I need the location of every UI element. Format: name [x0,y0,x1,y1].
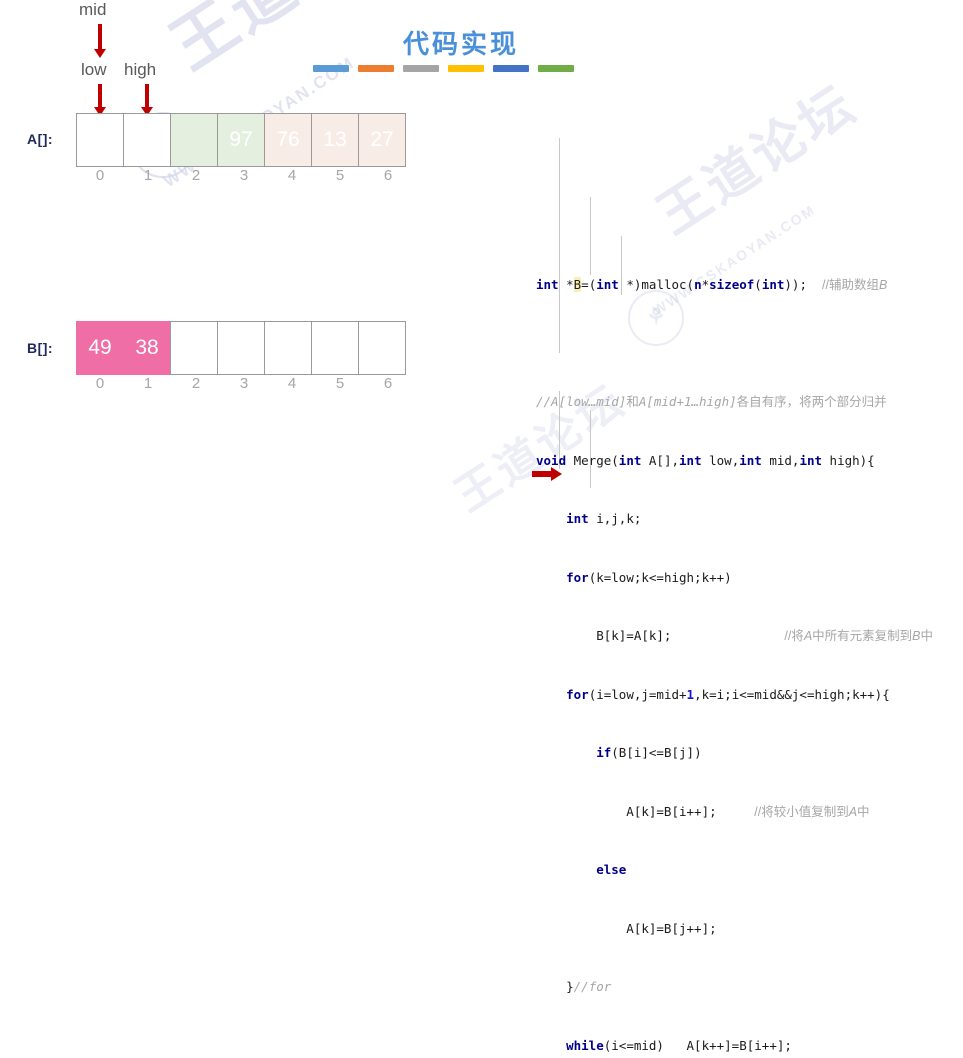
code-line: if(B[i]<=B[j]) [596,745,702,760]
array-a-cell: 97 [217,113,265,167]
decorative-color-bars [313,65,574,72]
array-b-index: 4 [287,375,297,392]
array-a-index-row: 0 1 2 3 4 5 6 [76,167,412,184]
array-b-index: 5 [335,375,345,392]
code-line: for(k=low;k<=high;k++) [566,569,732,585]
array-a-cell [170,113,218,167]
array-b-index: 6 [383,375,393,392]
array-b-index: 2 [191,375,201,392]
code-line: void Merge(int A[],int low,int mid,int h… [536,452,875,468]
array-a-cell: 76 [264,113,312,167]
slide-canvas: 王道论坛 WWW.CSKAOYAN.COM ⚘ 王道论坛 WWW.CSKAOYA… [0,0,963,1053]
array-b-cell: 38 [123,321,171,375]
array-a-cell: 13 [311,113,359,167]
code-line: for(i=low,j=mid+1,k=i;i<=mid&&j<=high;k+… [566,686,890,702]
merge-call-pointer-arrow-icon [532,467,564,481]
array-a-index: 5 [335,167,345,184]
array-b-cell [264,321,312,375]
code-line: else [596,862,627,877]
pointer-label-mid: mid [79,0,107,19]
code-line: B[k]=A[k]; //将A中所有元素复制到B中 [536,628,934,643]
array-b-index-row: 0 1 2 3 4 5 6 [76,375,412,392]
array-a-index: 0 [95,167,105,184]
low-arrow-icon [94,84,106,116]
array-b-cell: 49 [76,321,124,375]
array-a-index: 3 [239,167,249,184]
array-a-cell [123,113,171,167]
color-bar-4 [448,65,484,72]
color-bar-2 [358,65,394,72]
array-a-cells: 97 76 13 27 [76,113,406,167]
code-line: A[k]=B[j++]; [536,920,717,936]
code-line: }//for [536,979,612,994]
array-b-cell [217,321,265,375]
color-bar-3 [403,65,439,72]
array-b-cell [358,321,406,375]
code-block: int *B=(int *)malloc(n*sizeof(int)); //辅… [536,80,933,1058]
array-a-index: 1 [143,167,153,184]
high-arrow-icon [141,84,153,116]
page-title: 代码实现 [403,29,520,59]
indent-guide [590,197,591,275]
code-line: int *B=(int *)malloc(n*sizeof(int)); //辅… [536,277,888,292]
code-line: int i,j,k; [566,511,642,526]
code-line: A[k]=B[i++]; //将较小值复制到A中 [536,803,870,819]
array-b-index: 0 [95,375,105,392]
array-b-cell [311,321,359,375]
array-b-cell [170,321,218,375]
mid-arrow-icon [94,24,106,58]
array-a-index: 6 [383,167,393,184]
color-bar-5 [493,65,529,72]
array-b-index: 3 [239,375,249,392]
array-a-label: A[]: [27,131,54,147]
pointer-label-low: low [81,60,107,79]
pointer-label-high: high [124,60,157,79]
array-b-cells: 49 38 [76,321,406,375]
color-bar-6 [538,65,574,72]
color-bar-1 [313,65,349,72]
code-line: while(i<=mid) A[k++]=B[i++]; [566,1037,792,1053]
array-b-index: 1 [143,375,153,392]
watermark-brand: 王道论坛 [150,0,428,87]
array-a-index: 4 [287,167,297,184]
array-a-cell: 27 [358,113,406,167]
array-a-cell [76,113,124,167]
indent-guide [559,138,560,353]
array-b-label: B[]: [27,340,54,356]
indent-guide [590,410,591,488]
array-a-index: 2 [191,167,201,184]
code-line: //A[low…mid]和A[mid+1…high]各自有序，将两个部分归并 [536,394,887,409]
